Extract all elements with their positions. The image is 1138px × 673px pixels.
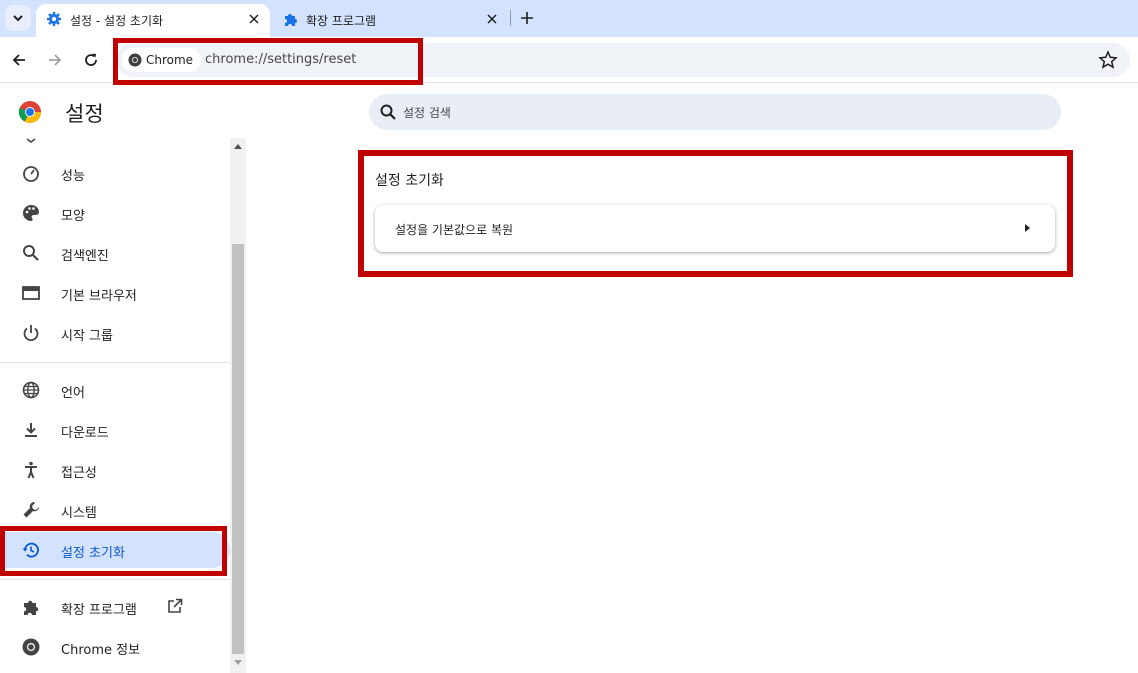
arrow-right-icon xyxy=(49,54,62,66)
search-icon xyxy=(23,245,39,261)
partial-icon xyxy=(26,138,36,143)
download-icon xyxy=(25,423,37,437)
chrome-icon xyxy=(22,638,40,656)
sidebar-item-extensions[interactable]: 확장 프로그램 xyxy=(0,589,230,625)
tab-title: 설정 - 설정 초기화 xyxy=(70,14,164,28)
sidebar-item-label: 설정 초기화 xyxy=(61,546,125,561)
sidebar-item-label: Chrome 정보 xyxy=(61,643,141,658)
reload-icon xyxy=(85,53,97,66)
sidebar-item-label: 시작 그룹 xyxy=(61,329,113,344)
settings-search-input[interactable]: 설정 검색 xyxy=(369,94,1061,130)
tab-strip: 설정 - 설정 초기화 확장 프로그램 xyxy=(0,0,1138,37)
address-bar[interactable]: Chrome chrome://settings/reset xyxy=(116,43,1130,77)
sidebar-item-appearance[interactable]: 모양 xyxy=(0,195,230,231)
page-title: 설정 xyxy=(65,102,104,126)
search-placeholder: 설정 검색 xyxy=(403,106,451,120)
sidebar-item-default-browser[interactable]: 기본 브라우저 xyxy=(0,275,230,311)
new-tab-button[interactable] xyxy=(517,8,537,28)
sidebar-item-label: 확장 프로그램 xyxy=(61,603,137,618)
plus-icon xyxy=(521,12,533,24)
sidebar-item-about-chrome[interactable]: Chrome 정보 xyxy=(0,629,230,665)
close-icon[interactable] xyxy=(484,11,500,27)
tab-separator xyxy=(510,10,511,26)
sidebar-item-label: 언어 xyxy=(61,386,85,401)
sidebar-item-performance[interactable]: 성능 xyxy=(0,155,230,191)
restore-defaults-row[interactable]: 설정을 기본값으로 복원 xyxy=(375,205,1055,252)
sidebar-item-label: 성능 xyxy=(61,169,85,184)
chrome-logo-icon xyxy=(18,101,41,123)
gear-icon xyxy=(47,12,61,26)
restore-defaults-label: 설정을 기본값으로 복원 xyxy=(395,223,514,237)
tab-search-button[interactable] xyxy=(5,5,31,31)
sidebar-item-accessibility[interactable]: 접근성 xyxy=(0,452,230,488)
accessibility-icon xyxy=(25,461,37,479)
external-link-icon xyxy=(168,598,183,613)
reload-button[interactable] xyxy=(80,49,102,71)
puzzle-icon xyxy=(285,14,297,26)
star-icon[interactable] xyxy=(1098,50,1118,70)
settings-sidebar: 성능 모양 검색엔진 기본 브라우저 시작 그룹 언어 다운로드 접근성 시스템… xyxy=(0,138,230,673)
sidebar-item-languages[interactable]: 언어 xyxy=(0,372,230,408)
sidebar-scrollbar[interactable] xyxy=(230,138,246,673)
arrow-left-icon xyxy=(12,54,25,66)
toolbar: Chrome chrome://settings/reset xyxy=(0,37,1138,83)
sidebar-divider xyxy=(0,579,230,580)
site-info-chip[interactable]: Chrome xyxy=(122,48,202,72)
sidebar-item-label: 기본 브라우저 xyxy=(61,289,137,304)
sidebar-item-label: 접근성 xyxy=(61,466,97,481)
close-icon[interactable] xyxy=(246,11,262,27)
scroll-thumb[interactable] xyxy=(232,244,244,654)
search-icon xyxy=(380,104,396,120)
sidebar-divider xyxy=(0,362,230,363)
forward-button[interactable] xyxy=(44,49,66,71)
sidebar-item-label: 시스템 xyxy=(61,506,97,521)
sidebar-item-downloads[interactable]: 다운로드 xyxy=(0,412,230,448)
scroll-down-arrow-icon[interactable] xyxy=(234,660,242,665)
history-reset-icon xyxy=(22,542,39,558)
power-icon xyxy=(23,325,39,342)
section-title: 설정 초기화 xyxy=(375,173,444,189)
url-text[interactable]: chrome://settings/reset xyxy=(205,52,356,67)
sidebar-item-system[interactable]: 시스템 xyxy=(0,492,230,528)
speedometer-icon xyxy=(23,166,39,182)
tab-extensions[interactable]: 확장 프로그램 xyxy=(272,4,508,37)
chip-label: Chrome xyxy=(146,53,194,67)
chevron-down-icon xyxy=(13,15,23,22)
tab-title: 확장 프로그램 xyxy=(306,14,377,28)
globe-icon xyxy=(22,381,40,399)
reset-settings-card: 설정을 기본값으로 복원 xyxy=(375,205,1055,252)
sidebar-item-label: 모양 xyxy=(61,209,85,224)
browser-window-icon xyxy=(22,286,40,300)
tab-settings-reset[interactable]: 설정 - 설정 초기화 xyxy=(36,4,270,37)
scroll-up-arrow-icon[interactable] xyxy=(234,144,242,149)
back-button[interactable] xyxy=(8,49,30,71)
sidebar-item-on-startup[interactable]: 시작 그룹 xyxy=(0,315,230,351)
wrench-icon xyxy=(23,502,39,518)
sidebar-item-label: 다운로드 xyxy=(61,426,109,441)
sidebar-item-search-engine[interactable]: 검색엔진 xyxy=(0,235,230,271)
arrow-right-icon xyxy=(1025,224,1030,232)
sidebar-item-label: 검색엔진 xyxy=(61,249,109,264)
sidebar-item-reset-settings[interactable]: 설정 초기화 xyxy=(0,532,230,568)
palette-icon xyxy=(23,205,39,221)
chrome-icon xyxy=(128,53,142,67)
puzzle-icon xyxy=(24,600,39,615)
